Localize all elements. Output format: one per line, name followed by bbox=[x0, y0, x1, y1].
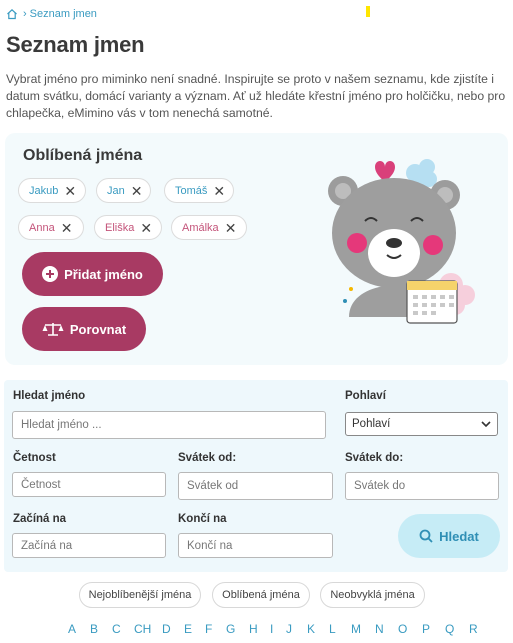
letter-link[interactable]: L bbox=[329, 622, 351, 636]
plus-circle-icon bbox=[42, 266, 59, 282]
search-button-label: Hledat bbox=[439, 528, 479, 544]
search-button[interactable]: Hledat bbox=[398, 514, 500, 558]
remove-icon[interactable]: ✕ bbox=[213, 184, 225, 198]
letter-link[interactable]: D bbox=[162, 622, 184, 636]
letter-link[interactable]: Q bbox=[445, 622, 469, 636]
scales-icon bbox=[42, 322, 64, 336]
frequency-input[interactable]: Četnost bbox=[12, 472, 166, 497]
filter-most-popular[interactable]: Nejoblíbenější jména bbox=[79, 582, 201, 608]
gender-label: Pohlaví bbox=[345, 390, 386, 402]
chip-label[interactable]: Eliška bbox=[105, 222, 134, 234]
letter-link[interactable]: O bbox=[398, 622, 422, 636]
feast-to-input[interactable]: Svátek do bbox=[345, 472, 499, 500]
chip-label[interactable]: Jan bbox=[107, 185, 125, 197]
remove-icon[interactable]: ✕ bbox=[64, 184, 76, 198]
gender-select-value: Pohlaví bbox=[352, 418, 391, 430]
page-title: Seznam jmen bbox=[6, 32, 145, 57]
filter-popular[interactable]: Oblíbená jména bbox=[212, 582, 310, 608]
letter-link[interactable]: F bbox=[205, 622, 226, 636]
starts-with-label: Začíná na bbox=[13, 513, 67, 525]
chip-label[interactable]: Amálka bbox=[182, 222, 219, 234]
letter-link[interactable]: C bbox=[112, 622, 134, 636]
frequency-label: Četnost bbox=[13, 452, 56, 464]
chip-label[interactable]: Jakub bbox=[29, 185, 58, 197]
bear-illustration bbox=[328, 159, 475, 324]
letter-link[interactable]: I bbox=[270, 622, 286, 636]
favorite-chip-amalka: Amálka ✕ bbox=[171, 215, 247, 240]
ends-with-input[interactable]: Končí na bbox=[178, 533, 333, 558]
add-name-button[interactable]: Přidat jméno bbox=[22, 252, 163, 296]
remove-icon[interactable]: ✕ bbox=[225, 221, 237, 235]
add-name-label: Přidat jméno bbox=[64, 266, 143, 282]
letter-link[interactable]: M bbox=[351, 622, 375, 636]
compare-label: Porovnat bbox=[69, 321, 127, 337]
filter-unusual[interactable]: Neobvyklá jména bbox=[320, 582, 425, 608]
letter-link[interactable]: A bbox=[68, 622, 90, 636]
highlight-marker bbox=[366, 6, 370, 17]
search-name-input[interactable]: Hledat jméno ... bbox=[12, 411, 326, 439]
gender-select[interactable]: Pohlaví bbox=[345, 412, 498, 436]
letter-link[interactable]: N bbox=[375, 622, 398, 636]
favorite-chip-jan: Jan ✕ bbox=[96, 178, 151, 203]
starts-with-input[interactable]: Začíná na bbox=[12, 533, 166, 558]
breadcrumb-separator: › bbox=[23, 8, 27, 20]
favorite-chip-tomas: Tomáš ✕ bbox=[164, 178, 234, 203]
favorite-chip-jakub: Jakub ✕ bbox=[18, 178, 86, 203]
letter-link[interactable]: G bbox=[226, 622, 249, 636]
favorite-chip-anna: Anna ✕ bbox=[18, 215, 84, 240]
feast-from-input[interactable]: Svátek od bbox=[178, 472, 333, 500]
letter-link[interactable]: CH bbox=[134, 622, 162, 636]
alphabet-nav: A B C CH D E F G H I J K L M N O P Q R bbox=[68, 622, 481, 636]
letter-link[interactable]: K bbox=[307, 622, 329, 636]
letter-link[interactable]: J bbox=[286, 622, 307, 636]
chip-label[interactable]: Anna bbox=[29, 222, 55, 234]
remove-icon[interactable]: ✕ bbox=[140, 221, 152, 235]
breadcrumb-current[interactable]: Seznam jmen bbox=[30, 8, 97, 20]
favorites-panel: Oblíbená jména Jakub ✕ Jan ✕ Tomáš ✕ Ann… bbox=[5, 133, 508, 365]
feast-to-label: Svátek do: bbox=[345, 452, 404, 464]
breadcrumb: › Seznam jmen bbox=[6, 8, 97, 20]
search-icon bbox=[419, 529, 433, 543]
remove-icon[interactable]: ✕ bbox=[131, 184, 143, 198]
feast-from-label: Svátek od: bbox=[178, 452, 237, 464]
home-icon[interactable] bbox=[6, 8, 18, 20]
ends-with-label: Končí na bbox=[178, 513, 227, 525]
search-panel: Hledat jméno Hledat jméno ... Pohlaví Po… bbox=[4, 380, 508, 572]
page-intro: Vybrat jméno pro miminko není snadné. In… bbox=[6, 72, 506, 120]
favorite-chip-eliska: Eliška ✕ bbox=[94, 215, 162, 240]
letter-link[interactable]: P bbox=[422, 622, 445, 636]
letter-link[interactable]: B bbox=[90, 622, 112, 636]
chevron-down-icon bbox=[481, 420, 491, 427]
letter-link[interactable]: E bbox=[184, 622, 205, 636]
letter-link[interactable]: H bbox=[249, 622, 270, 636]
favorites-title: Oblíbená jména bbox=[23, 147, 143, 164]
compare-button[interactable]: Porovnat bbox=[22, 307, 146, 351]
chip-label[interactable]: Tomáš bbox=[175, 185, 207, 197]
letter-link[interactable]: R bbox=[469, 622, 481, 636]
remove-icon[interactable]: ✕ bbox=[61, 221, 73, 235]
search-name-label: Hledat jméno bbox=[13, 390, 86, 402]
